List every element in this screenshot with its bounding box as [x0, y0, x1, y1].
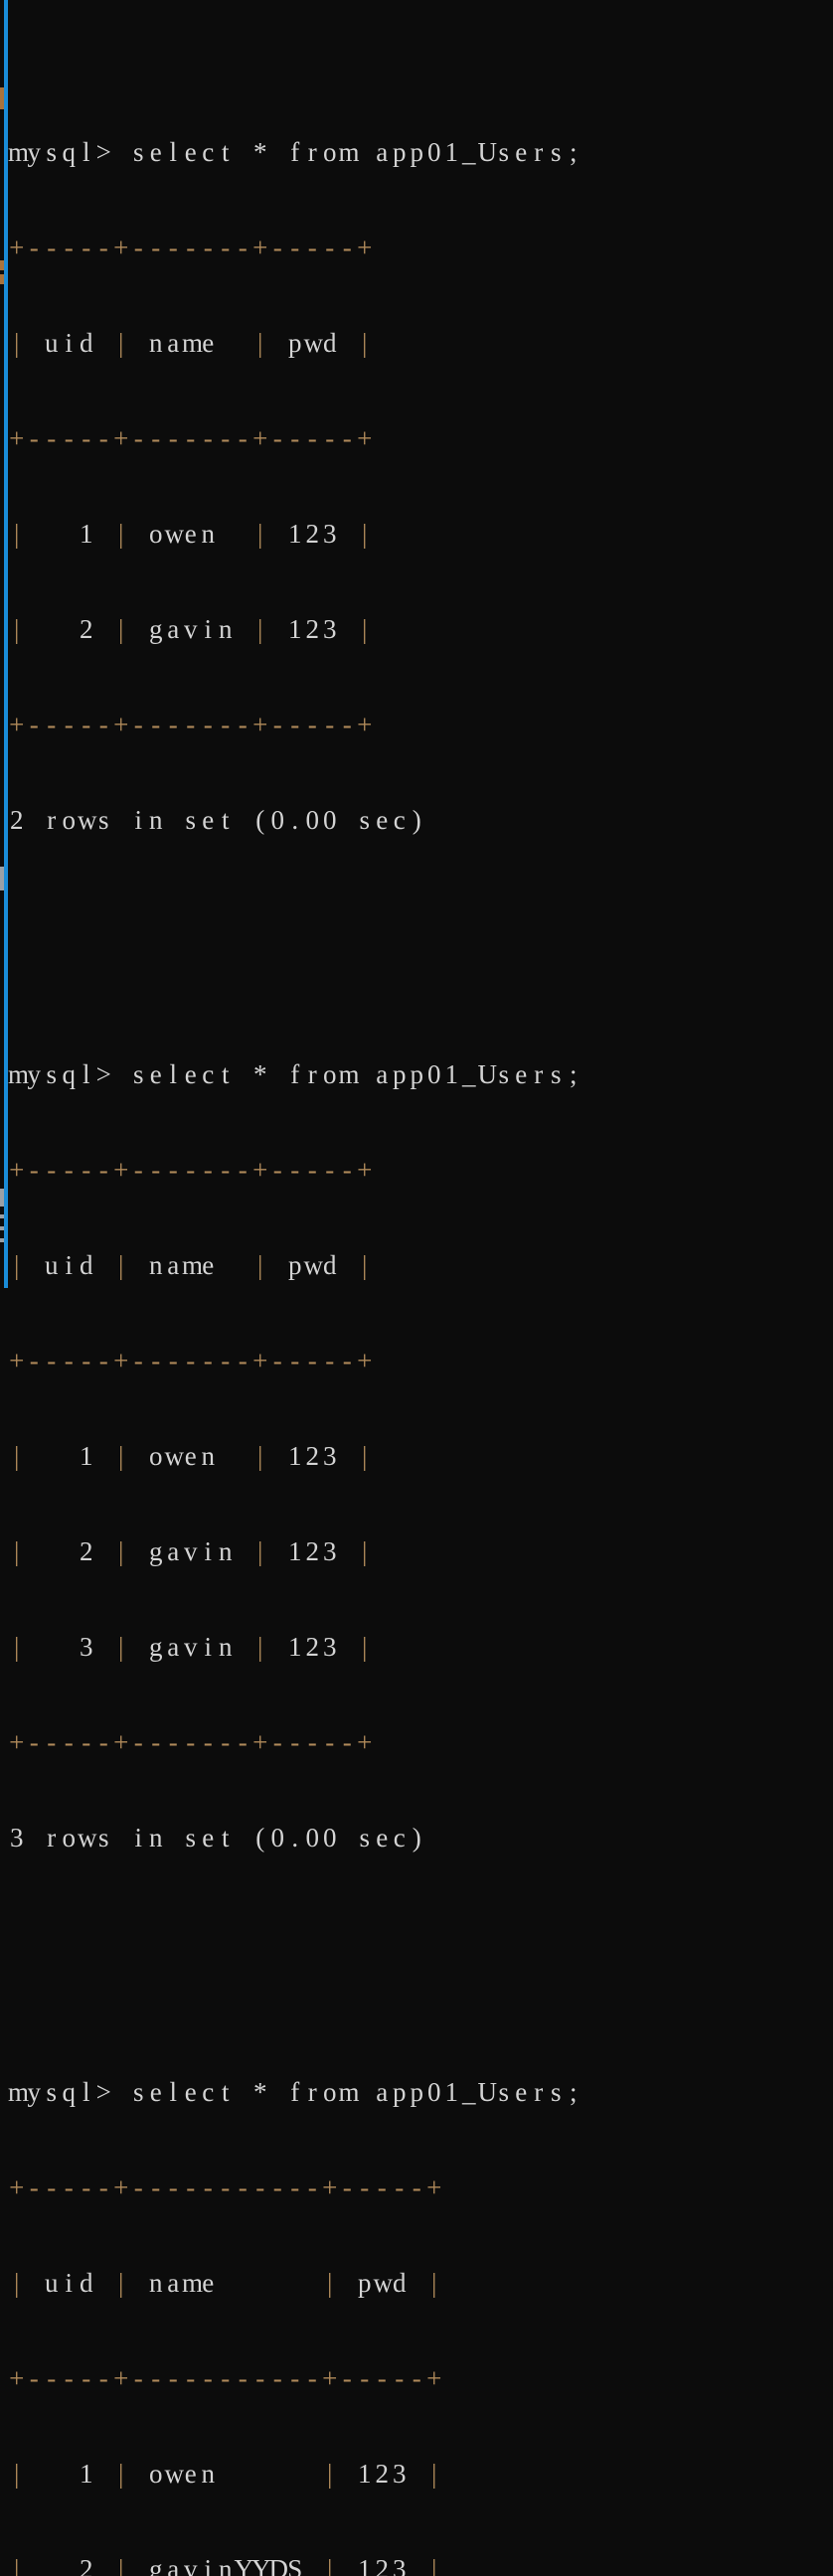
table-row: | 3 | g a v i n | 1 2 3 | [14, 1632, 368, 1662]
command-line: m y s q l > s e l e c t * f r o m a p p 0 1 _ Us e r s; [8, 2077, 578, 2107]
table-top-rule: + - - - - - + - - - - - - - + - - - - - + [9, 233, 373, 262]
result-status: 2 r o w s i n s e t(0. 0 0 s e c) [10, 805, 421, 835]
table-top-rule: + - - - - - + - - - - - - - - - - - + - - - - - + [9, 2173, 442, 2202]
command-line: m y s q l > s e l e c t * f r o m a p p 0 1 _ Us e r s; [8, 1059, 578, 1089]
table-mid-rule: + - - - - - + - - - - - - - - - - - + - - - - - + [9, 2363, 442, 2393]
table-header-row: | u i d | n a m e | p w d | [14, 2268, 437, 2298]
table-row: | 2 | g a v i n | 1 2 3 | [14, 614, 368, 644]
table-bottom-rule: + - - - - - + - - - - - - - + - - - - - + [9, 1727, 373, 1757]
table-top-rule: + - - - - - + - - - - - - - + - - - - - + [9, 1155, 373, 1185]
mysql-terminal-output[interactable]: m y s q l > s e l e c t * f r o m a p p 0 1 _ Us e r s; + - - - - - + - - -… [8, 0, 833, 2576]
table-row: | 1 | o w e n | 1 2 3 | [14, 2459, 437, 2489]
result-status: 3 r o w s i n s e t(0. 0 0 s e c) [10, 1823, 421, 1852]
table-row: | 2 | g a v i n | 1 2 3 | [14, 1536, 368, 1566]
table-row: | 1 | o w e n | 1 2 3 | [14, 519, 368, 549]
table-mid-rule: + - - - - - + - - - - - - - + - - - - - + [9, 423, 373, 453]
table-header-row: | u i d | n a m e | p w d | [14, 328, 368, 358]
command-line: m y s q l > s e l e c t * f r o m a p p 0 1 _ Us e r s; [8, 137, 578, 167]
table-mid-rule: + - - - - - + - - - - - - - + - - - - - + [9, 1346, 373, 1375]
table-header-row: | u i d | n a m e | p w d | [14, 1250, 368, 1280]
table-row: | 1 | o w e n | 1 2 3 | [14, 1441, 368, 1471]
table-bottom-rule: + - - - - - + - - - - - - - + - - - - - + [9, 710, 373, 739]
table-row: | 2 | g a v i n Y Y D S | 1 2 3 | [14, 2554, 437, 2576]
